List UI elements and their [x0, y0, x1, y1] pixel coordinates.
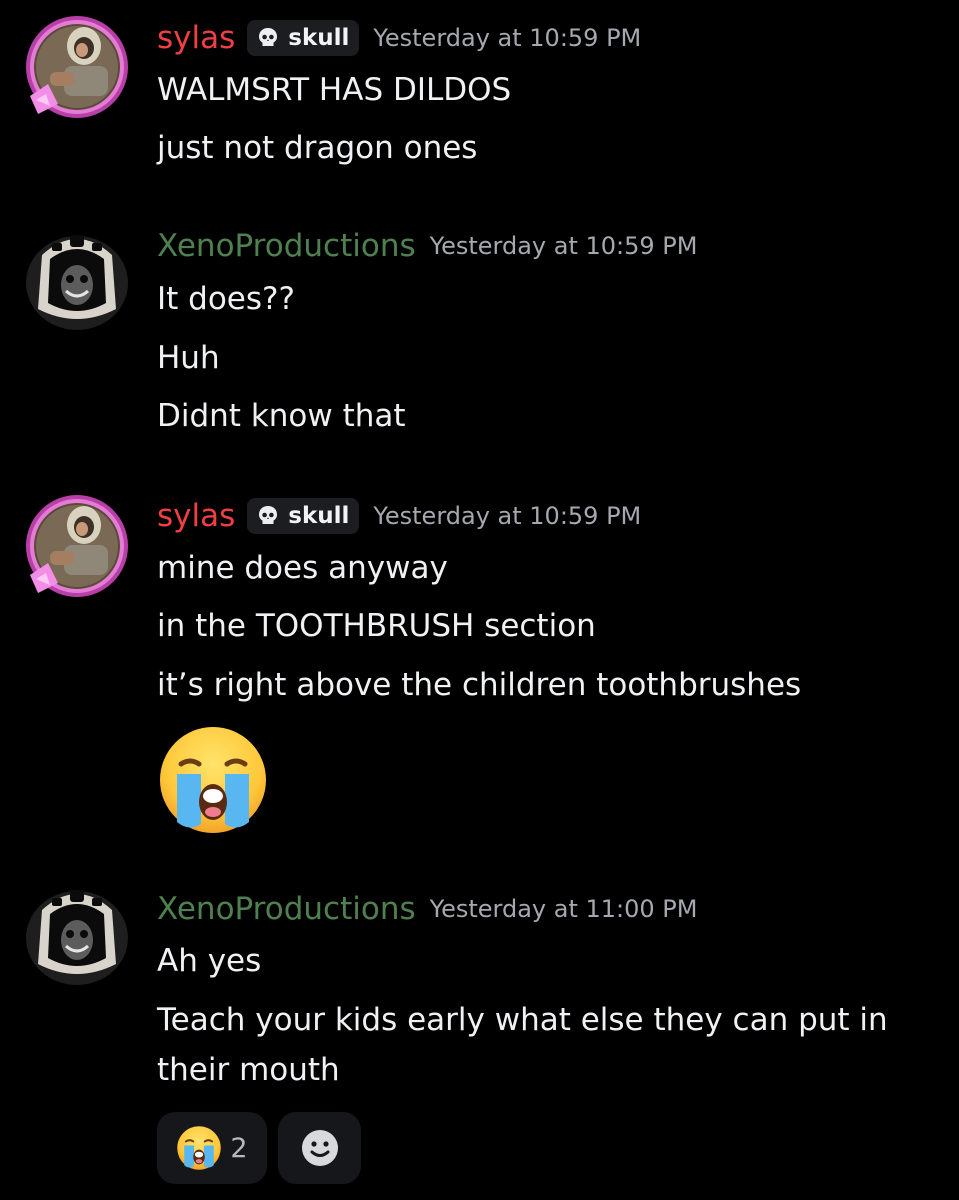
message-header: sylas skull Yesterday at 10:59 PM — [157, 16, 641, 60]
message-header: XenoProductions Yesterday at 11:00 PM — [157, 887, 697, 931]
message-text: it’s right above the children toothbrush… — [157, 667, 802, 703]
role-tag-label: skull — [288, 503, 350, 529]
message-header: XenoProductions Yesterday at 10:59 PM — [157, 224, 697, 268]
sylas-avatar-image — [26, 16, 128, 118]
add-reaction-button[interactable] — [278, 1112, 361, 1184]
add-reaction-icon — [301, 1130, 338, 1166]
avatar-sylas[interactable] — [24, 493, 130, 599]
skull-icon — [259, 506, 278, 524]
author-name-sylas[interactable]: sylas — [157, 494, 235, 538]
timestamp[interactable]: Yesterday at 11:00 PM — [430, 887, 698, 931]
role-tag[interactable]: skull — [247, 498, 360, 534]
loudly-crying-face-emoji — [177, 1126, 222, 1170]
sylas-avatar-image — [26, 495, 128, 597]
message-header: sylas skull Yesterday at 10:59 PM — [157, 494, 641, 538]
author-name-xenoproductions[interactable]: XenoProductions — [157, 224, 416, 268]
message-text: mine does anyway — [157, 550, 448, 586]
message-text: in the TOOTHBRUSH section — [157, 608, 596, 644]
timestamp[interactable]: Yesterday at 10:59 PM — [373, 494, 641, 538]
skull-icon — [259, 28, 278, 46]
message-text: just not dragon ones — [157, 130, 478, 166]
loudly-crying-face-emoji — [157, 724, 269, 836]
role-tag[interactable]: skull — [247, 20, 360, 56]
xeno-avatar-image — [26, 235, 128, 330]
avatar-xenoproductions[interactable] — [24, 225, 130, 331]
avatar-sylas[interactable] — [24, 14, 130, 120]
role-tag-label: skull — [288, 25, 350, 51]
reaction-count: 2 — [230, 1132, 248, 1164]
timestamp[interactable]: Yesterday at 10:59 PM — [373, 16, 641, 60]
xeno-avatar-image — [26, 890, 128, 985]
message-text: WALMSRT HAS DILDOS — [157, 72, 512, 108]
message-text: Didnt know that — [157, 398, 406, 434]
author-name-xenoproductions[interactable]: XenoProductions — [157, 887, 416, 931]
avatar-xenoproductions[interactable] — [24, 880, 130, 986]
message-text: It does?? — [157, 281, 295, 317]
message-text: Huh — [157, 340, 220, 376]
message-text: Teach your kids early what else they can… — [157, 1002, 888, 1088]
message-text: Ah yes — [157, 943, 262, 979]
author-name-sylas[interactable]: sylas — [157, 16, 235, 60]
reaction-loudly-crying-face[interactable]: 2 — [157, 1112, 267, 1184]
timestamp[interactable]: Yesterday at 10:59 PM — [430, 224, 698, 268]
